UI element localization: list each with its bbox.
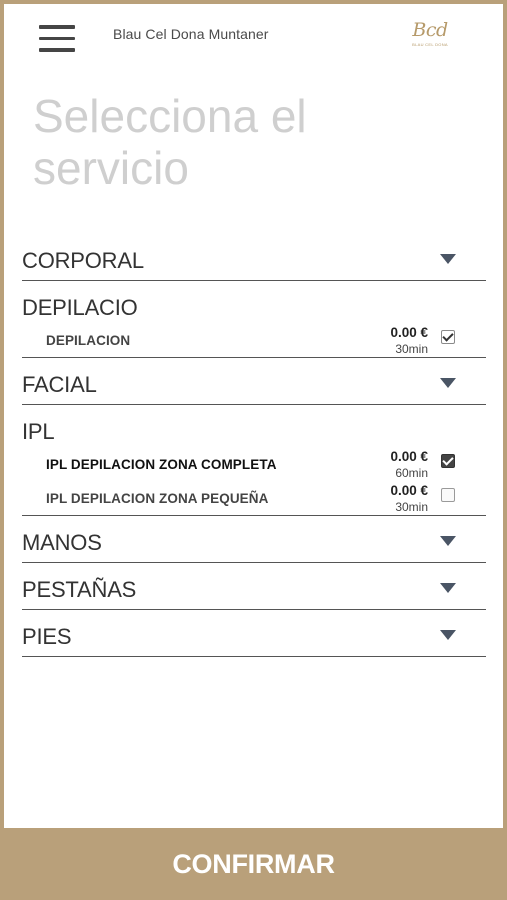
service-name: DEPILACION [46,333,131,348]
checkbox-icon[interactable] [441,330,455,344]
service-name: IPL DEPILACION ZONA PEQUEÑA [46,491,269,506]
category-ipl: IPL IPL DEPILACION ZONA COMPLETA 0.00 € … [22,405,486,516]
triangle-down-icon[interactable] [440,254,456,264]
category-name: MANOS [22,530,102,555]
service-item[interactable]: IPL DEPILACION ZONA PEQUEÑA 0.00 € 30min [22,481,486,515]
header-title: Blau Cel Dona Muntaner [113,26,269,42]
service-duration: 60min [395,466,428,480]
header: Blau Cel Dona Muntaner Bcd BLAU CEL DONA [4,4,503,74]
logo-subtext: BLAU CEL DONA [412,42,448,47]
category-name: CORPORAL [22,248,144,273]
logo-text: Bcd [412,19,448,41]
triangle-down-icon[interactable] [440,378,456,388]
service-duration: 30min [395,342,428,356]
category-facial: FACIAL [22,358,486,405]
service-duration: 30min [395,500,428,514]
service-item[interactable]: DEPILACION 0.00 € 30min [22,323,486,357]
category-list: CORPORAL DEPILACIO DEPILACION 0.00 € 30m… [22,234,486,657]
confirm-label: CONFIRMAR [172,848,335,879]
triangle-down-icon[interactable] [440,583,456,593]
confirm-button[interactable]: CONFIRMAR [0,828,507,900]
category-header[interactable]: FACIAL [22,358,486,404]
checkbox-icon[interactable] [441,454,455,468]
service-price: 0.00 € [390,325,428,340]
service-price: 0.00 € [390,483,428,498]
category-header[interactable]: IPL [22,405,486,447]
category-header[interactable]: CORPORAL [22,234,486,280]
category-name: IPL [22,419,55,444]
page-title: Selecciona el servicio [33,90,307,194]
category-corporal: CORPORAL [22,234,486,281]
category-header[interactable]: MANOS [22,516,486,562]
service-price: 0.00 € [390,449,428,464]
category-name: PIES [22,624,72,649]
category-header[interactable]: PESTAÑAS [22,563,486,609]
service-name: IPL DEPILACION ZONA COMPLETA [46,457,277,472]
category-name: FACIAL [22,372,97,397]
category-header[interactable]: PIES [22,610,486,656]
category-header[interactable]: DEPILACIO [22,281,486,323]
category-manos: MANOS [22,516,486,563]
checkbox-icon[interactable] [441,488,455,502]
category-pestanas: PESTAÑAS [22,563,486,610]
triangle-down-icon[interactable] [440,630,456,640]
category-name: DEPILACIO [22,295,138,320]
app-screen: Blau Cel Dona Muntaner Bcd BLAU CEL DONA… [4,4,503,828]
triangle-down-icon[interactable] [440,536,456,546]
hamburger-menu-icon[interactable] [39,25,75,55]
service-item[interactable]: IPL DEPILACION ZONA COMPLETA 0.00 € 60mi… [22,447,486,481]
category-name: PESTAÑAS [22,577,137,602]
category-pies: PIES [22,610,486,657]
brand-logo: Bcd BLAU CEL DONA [409,20,451,56]
category-depilacio: DEPILACIO DEPILACION 0.00 € 30min [22,281,486,358]
